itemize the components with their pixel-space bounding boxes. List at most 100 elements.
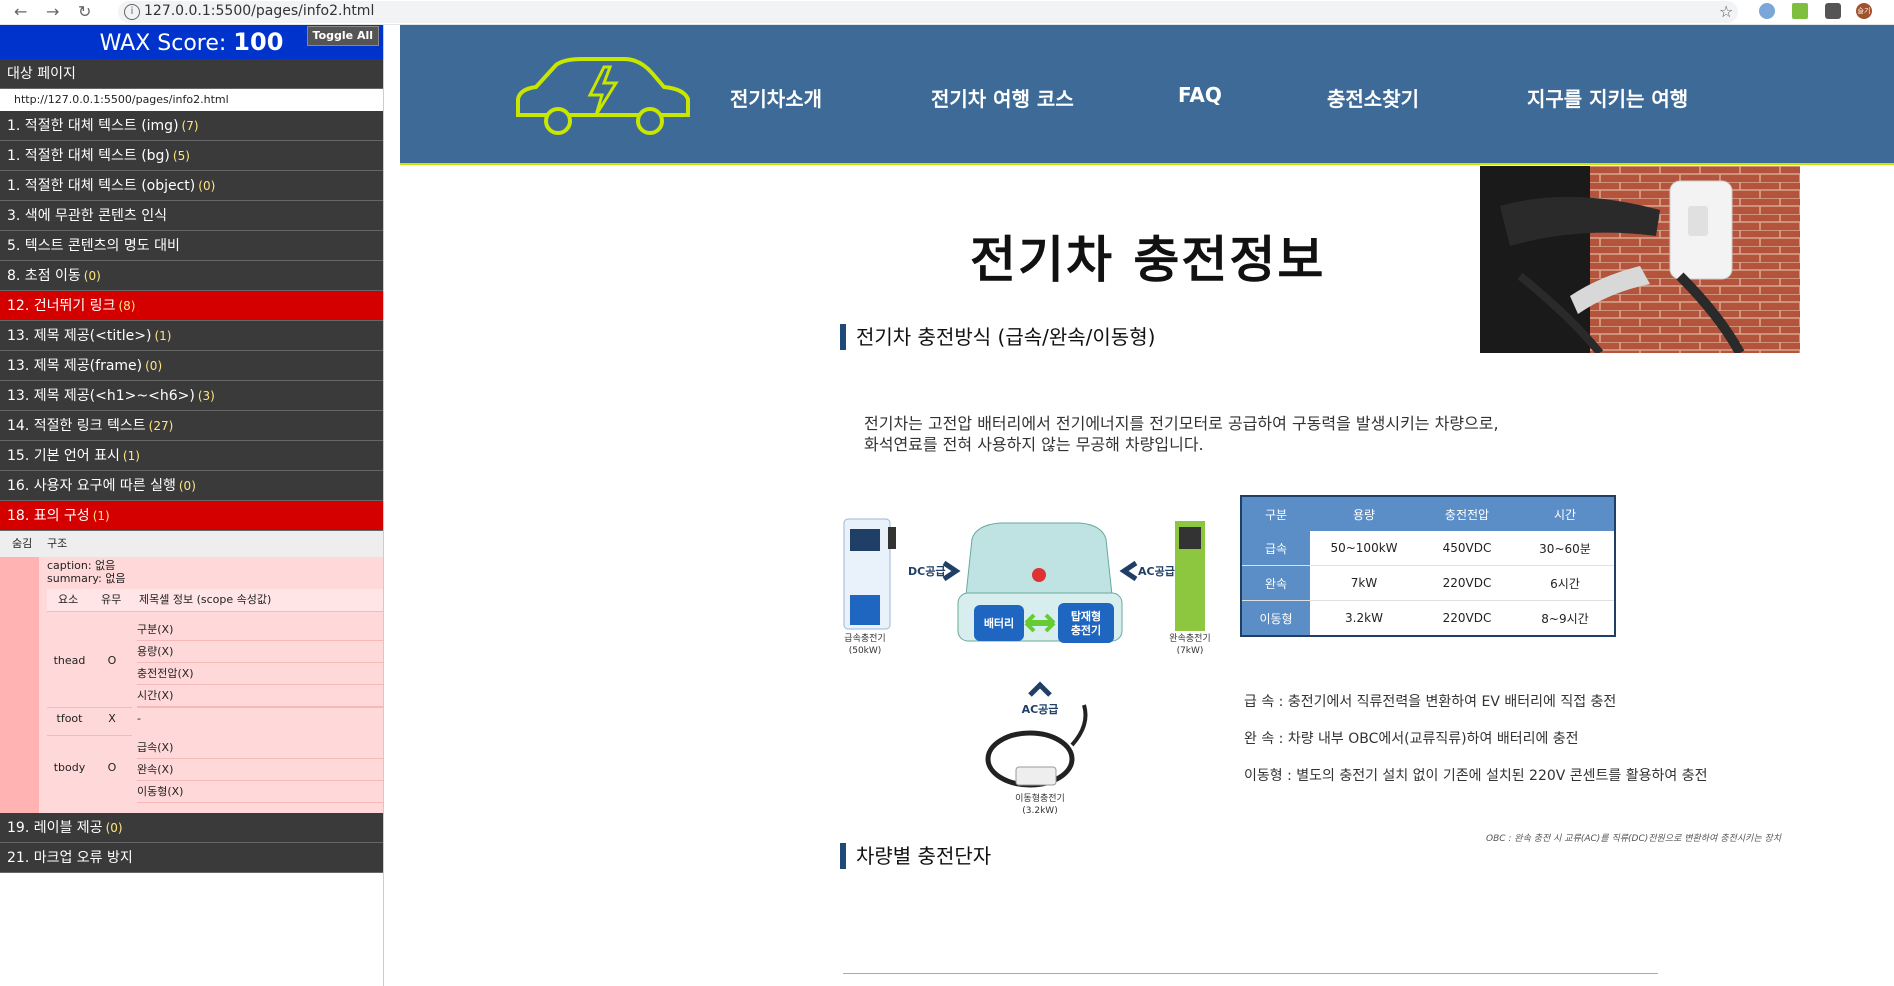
- dc-supply-label: DC공급: [908, 565, 945, 578]
- wax-check-item[interactable]: 18. 표의 구성 (1): [0, 501, 383, 531]
- detail-header: 숨김 구조: [0, 531, 383, 557]
- wax-check-label: 13. 제목 제공(<h1>~<h6>): [7, 388, 195, 404]
- reload-icon[interactable]: ↻: [78, 2, 91, 21]
- wax-check-item[interactable]: 1. 적절한 대체 텍스트 (img) (7): [0, 111, 383, 141]
- address-text[interactable]: 127.0.0.1:5500/pages/info2.html: [144, 3, 374, 19]
- wax-check-count: (0): [145, 359, 163, 373]
- wax-check-label: 13. 제목 제공(frame): [7, 358, 143, 374]
- wax-check-label: 21. 마크업 오류 방지: [7, 850, 133, 866]
- wax-check-label: 5. 텍스트 콘텐츠의 명도 대비: [7, 238, 180, 254]
- tbody-cells: 급속(X) 완속(X) 이동형(X): [137, 737, 383, 803]
- target-page-label: 대상 페이지: [7, 66, 76, 82]
- portable-charger-icon: [985, 704, 1088, 788]
- wax-check-item[interactable]: 21. 마크업 오류 방지: [0, 843, 383, 873]
- wax-check-item[interactable]: 19. 레이블 제공 (0): [0, 813, 383, 843]
- thead-label: thead: [53, 654, 86, 667]
- table-header: 충전전압: [1418, 496, 1516, 531]
- extension-icon[interactable]: [1759, 3, 1775, 19]
- obc-note: OBC : 완속 충전 시 교류(AC)를 직류(DC)전원으로 변환하여 충전…: [1486, 834, 1782, 844]
- exist-header: 유무: [101, 593, 122, 606]
- desc-slow: 완 속 : 차량 내부 OBC에서(교류직류)하여 배터리에 충전: [1244, 731, 1579, 747]
- wax-check-item[interactable]: 13. 제목 제공(<h1>~<h6>) (3): [0, 381, 383, 411]
- wax-check-item[interactable]: 16. 사용자 요구에 따른 실행 (0): [0, 471, 383, 501]
- info-icon[interactable]: i: [124, 4, 140, 20]
- row-header: 이동형: [1241, 600, 1310, 637]
- struct-col-label: 구조: [47, 537, 68, 550]
- wax-check-item[interactable]: 1. 적절한 대체 텍스트 (bg) (5): [0, 141, 383, 171]
- wax-check-item[interactable]: 3. 색에 무관한 콘텐츠 인식: [0, 201, 383, 231]
- wax-check-item[interactable]: 13. 제목 제공(<title>) (1): [0, 321, 383, 351]
- wax-check-count: (7): [181, 119, 199, 133]
- toggle-all-button[interactable]: Toggle All: [306, 26, 379, 46]
- table-row: 이동형 3.2kW 220VDC 8~9시간: [1241, 600, 1615, 637]
- wax-check-count: (1): [154, 329, 172, 343]
- puzzle-icon[interactable]: [1825, 3, 1841, 19]
- address-bar[interactable]: i 127.0.0.1:5500/pages/info2.html: [118, 1, 1738, 23]
- wax-check-item[interactable]: 5. 텍스트 콘텐츠의 명도 대비: [0, 231, 383, 261]
- wax-check-count: (0): [105, 821, 123, 835]
- top-navigation: 전기차소개 전기차 여행 코스 FAQ 충전소찾기 지구를 지키는 여행: [400, 25, 1894, 165]
- extension-icon[interactable]: [1792, 3, 1808, 19]
- desc-portable: 이동형 : 별도의 충전기 설치 없이 기존에 설치된 220V 콘센트를 활용…: [1244, 768, 1708, 784]
- target-page-header[interactable]: 대상 페이지: [0, 59, 383, 89]
- table-cell: 220VDC: [1418, 600, 1516, 637]
- wax-check-count: (1): [122, 449, 140, 463]
- wax-panel: WAX Score: 100 Toggle All 대상 페이지 http://…: [0, 25, 384, 986]
- forward-icon[interactable]: →: [46, 2, 59, 21]
- table-header-row: 구분 용량 충전전압 시간: [1241, 496, 1615, 531]
- wax-score-bar: WAX Score: 100 Toggle All: [0, 25, 383, 59]
- wax-check-item[interactable]: 15. 기본 언어 표시 (1): [0, 441, 383, 471]
- avatar[interactable]: 슬기: [1856, 3, 1872, 19]
- nav-faq[interactable]: FAQ: [1178, 83, 1222, 107]
- detail-col-headers: 요소 유무 제목셀 정보 (scope 속성값): [47, 589, 383, 612]
- wax-check-count: (1): [92, 509, 110, 523]
- page-content: 전기차소개 전기차 여행 코스 FAQ 충전소찾기 지구를 지키는 여행 전기차…: [400, 25, 1894, 986]
- nav-ev-travel[interactable]: 전기차 여행 코스: [931, 83, 1074, 112]
- wax-check-item[interactable]: 8. 초점 이동 (0): [0, 261, 383, 291]
- table-cell: 3.2kW: [1310, 600, 1418, 637]
- table-cell: 30~60분: [1516, 531, 1615, 566]
- wax-check-item[interactable]: 12. 건너뛰기 링크 (8): [0, 291, 383, 321]
- portable-charger-label: 이동형충전기: [1015, 793, 1065, 804]
- page-title: 전기차 충전정보: [970, 231, 1326, 289]
- table-cell: 8~9시간: [1516, 600, 1615, 637]
- ev-car-logo-icon[interactable]: [512, 55, 692, 137]
- divider: [843, 973, 1658, 974]
- wax-check-label: 1. 적절한 대체 텍스트 (bg): [7, 148, 170, 164]
- intro-line-2: 화석연료를 전혀 사용하지 않는 무공해 차량입니다.: [864, 435, 1204, 454]
- tfoot-exist: X: [92, 707, 132, 730]
- battery-label: 배터리: [984, 616, 1014, 630]
- tbody-cell: 급속(X): [137, 737, 383, 759]
- tbody-cell: 이동형(X): [137, 781, 383, 803]
- back-icon[interactable]: ←: [14, 2, 27, 21]
- wax-check-count: (0): [198, 179, 216, 193]
- wax-check-count: (0): [178, 479, 196, 493]
- table-cell: 50~100kW: [1310, 531, 1418, 566]
- tbody-exist: O: [92, 735, 132, 800]
- charging-photo: [1480, 166, 1800, 353]
- wax-check-count: (3): [197, 389, 215, 403]
- onboard-charger-label-2: 충전기: [1071, 623, 1101, 637]
- nav-find-station[interactable]: 충전소찾기: [1327, 83, 1419, 112]
- summary-line: summary: 없음: [47, 572, 126, 585]
- thead-cell: 용량(X): [137, 641, 383, 663]
- wax-check-item[interactable]: 13. 제목 제공(frame) (0): [0, 351, 383, 381]
- portable-charger-kw: (3.2kW): [1022, 806, 1057, 816]
- wax-check-count: (8): [118, 299, 136, 313]
- slow-charger-icon: [1175, 521, 1205, 631]
- nav-ev-intro[interactable]: 전기차소개: [730, 83, 822, 112]
- wax-check-item[interactable]: 14. 적절한 링크 텍스트 (27): [0, 411, 383, 441]
- table-structure-detail: 숨김 구조 caption: 없음 summary: 없음 요소 유무 제목셀 …: [0, 531, 383, 813]
- desc-fast: 급 속 : 충전기에서 직류전력을 변환하여 EV 배터리에 직접 충전: [1244, 694, 1617, 710]
- hide-col-label: 숨김: [12, 537, 33, 550]
- wax-score: 100: [233, 28, 284, 56]
- bookmark-star-icon[interactable]: ☆: [1719, 2, 1733, 21]
- row-header: 완속: [1241, 565, 1310, 601]
- nav-earth-travel[interactable]: 지구를 지키는 여행: [1527, 83, 1688, 112]
- wax-check-label: 1. 적절한 대체 텍스트 (img): [7, 118, 179, 134]
- table-header: 구분: [1241, 496, 1310, 531]
- wax-check-label: 3. 색에 무관한 콘텐츠 인식: [7, 208, 167, 224]
- thead-cell: 구분(X): [137, 619, 383, 641]
- wax-check-item[interactable]: 1. 적절한 대체 텍스트 (object) (0): [0, 171, 383, 201]
- thead-cells: 구분(X) 용량(X) 충전전압(X) 시간(X): [137, 619, 383, 707]
